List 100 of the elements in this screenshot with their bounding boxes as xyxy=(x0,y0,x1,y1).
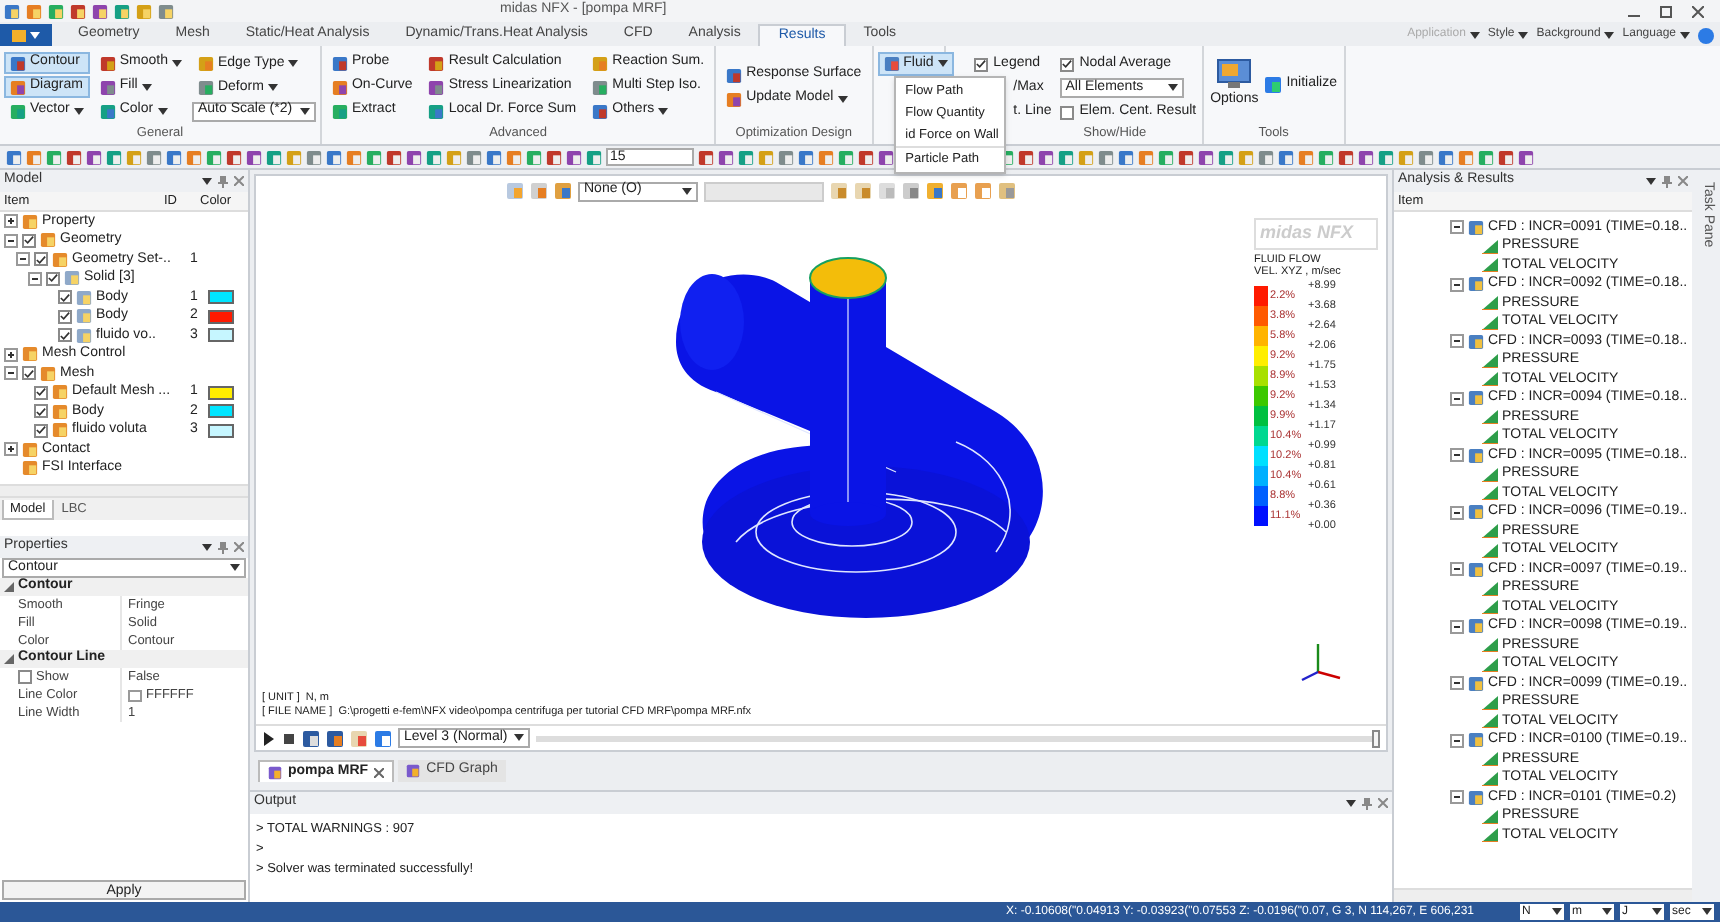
colored-tile-icon xyxy=(1468,504,1484,521)
caret-icon xyxy=(141,83,152,91)
colored-tile-icon xyxy=(1468,219,1484,236)
maximize-icon[interactable] xyxy=(1660,5,1672,17)
colored-tile-icon xyxy=(92,3,108,19)
checkbox[interactable] xyxy=(1059,57,1074,71)
caret-icon xyxy=(1518,31,1529,39)
checkbox[interactable] xyxy=(22,233,36,248)
timeline-thumb[interactable] xyxy=(1372,729,1380,747)
close-icon[interactable] xyxy=(374,767,385,777)
colored-tile-icon xyxy=(428,55,445,71)
colored-tile-icon xyxy=(1468,561,1484,578)
checkbox[interactable] xyxy=(34,404,48,419)
colored-tile-icon xyxy=(830,182,848,200)
colored-tile-icon xyxy=(114,3,130,19)
colored-tile-icon xyxy=(1264,76,1283,94)
colored-tile-icon xyxy=(197,56,214,72)
colored-tile-icon xyxy=(1468,732,1484,749)
caret-icon xyxy=(230,564,240,572)
play-icon[interactable] xyxy=(262,731,276,745)
colored-tile-icon xyxy=(506,182,524,200)
close-icon[interactable] xyxy=(1378,798,1388,808)
collapse-icon[interactable] xyxy=(16,252,30,267)
collapse-icon[interactable] xyxy=(1450,562,1464,577)
checkbox[interactable] xyxy=(1059,105,1074,119)
checkbox[interactable] xyxy=(18,670,32,684)
pin-icon[interactable] xyxy=(1362,797,1372,809)
checkbox[interactable] xyxy=(34,252,48,267)
colored-tile-icon xyxy=(350,729,368,747)
caret-icon xyxy=(299,107,310,115)
checkbox[interactable] xyxy=(22,366,36,381)
colored-tile-icon xyxy=(950,182,968,200)
colored-tile-icon xyxy=(592,79,609,95)
collapse-icon[interactable] xyxy=(1450,676,1464,691)
expand-icon[interactable] xyxy=(4,442,18,457)
horizontal-scrollbar[interactable] xyxy=(1394,888,1692,902)
collapse-icon[interactable] xyxy=(1450,505,1464,520)
colored-tile-icon xyxy=(1468,618,1484,635)
checkbox[interactable] xyxy=(58,309,72,324)
colored-tile-icon xyxy=(48,3,64,19)
collapse-icon[interactable] xyxy=(1450,733,1464,748)
caret-icon xyxy=(288,60,299,68)
caret-icon xyxy=(1652,908,1662,916)
checkbox[interactable] xyxy=(58,290,72,305)
pin-icon[interactable] xyxy=(1662,175,1672,187)
collapse-icon[interactable] xyxy=(1450,391,1464,406)
pin-icon[interactable] xyxy=(218,541,228,553)
colored-tile-icon xyxy=(331,55,348,71)
caret-icon xyxy=(682,187,692,195)
collapse-arrow-icon[interactable] xyxy=(4,654,14,664)
collapse-icon[interactable] xyxy=(1450,448,1464,463)
expand-icon[interactable] xyxy=(4,347,18,362)
collapse-icon[interactable] xyxy=(1450,619,1464,634)
expand-icon[interactable] xyxy=(4,214,18,229)
stop-icon[interactable] xyxy=(282,731,296,745)
caret-icon xyxy=(1702,908,1712,916)
pin-icon[interactable] xyxy=(218,175,228,187)
colored-tile-icon xyxy=(10,55,26,71)
close-icon[interactable] xyxy=(1678,176,1688,186)
checkbox[interactable] xyxy=(34,385,48,400)
colored-tile-icon xyxy=(268,765,282,779)
colored-tile-icon xyxy=(1468,390,1484,407)
checkbox[interactable] xyxy=(973,57,988,71)
caret-icon xyxy=(1346,799,1356,807)
colored-tile-icon xyxy=(302,729,320,747)
close-icon[interactable] xyxy=(234,542,244,552)
caret-icon xyxy=(1552,908,1562,916)
colored-tile-icon xyxy=(726,67,743,83)
collapse-icon[interactable] xyxy=(4,233,18,248)
caret-icon xyxy=(73,107,84,115)
colored-tile-icon xyxy=(197,80,214,96)
colored-tile-icon xyxy=(554,182,572,200)
checkbox[interactable] xyxy=(46,271,60,286)
collapse-arrow-icon[interactable] xyxy=(4,582,14,592)
colored-tile-icon xyxy=(136,3,152,19)
app-menu-button[interactable] xyxy=(0,24,52,46)
horizontal-scrollbar[interactable] xyxy=(0,484,248,498)
caret-icon xyxy=(171,59,182,67)
caret-icon xyxy=(1604,31,1615,39)
close-icon[interactable] xyxy=(1692,5,1704,17)
caret-icon xyxy=(514,734,524,742)
caret-icon xyxy=(1680,31,1690,39)
collapse-icon[interactable] xyxy=(1450,277,1464,292)
collapse-icon[interactable] xyxy=(4,366,18,381)
checkbox[interactable] xyxy=(58,328,72,343)
caret-icon xyxy=(202,177,212,185)
checkbox[interactable] xyxy=(34,423,48,438)
caret-icon xyxy=(202,543,212,551)
colored-tile-icon xyxy=(878,182,896,200)
collapse-icon[interactable] xyxy=(28,271,42,286)
caret-icon xyxy=(837,95,848,103)
collapse-icon[interactable] xyxy=(1450,790,1464,805)
collapse-icon[interactable] xyxy=(1450,220,1464,235)
colored-tile-icon xyxy=(10,103,26,119)
close-icon[interactable] xyxy=(234,176,244,186)
collapse-icon[interactable] xyxy=(1450,334,1464,349)
help-icon[interactable] xyxy=(1698,27,1714,43)
colored-tile-icon xyxy=(1468,276,1484,293)
colored-tile-icon xyxy=(1468,333,1484,350)
colored-tile-icon xyxy=(26,3,42,19)
